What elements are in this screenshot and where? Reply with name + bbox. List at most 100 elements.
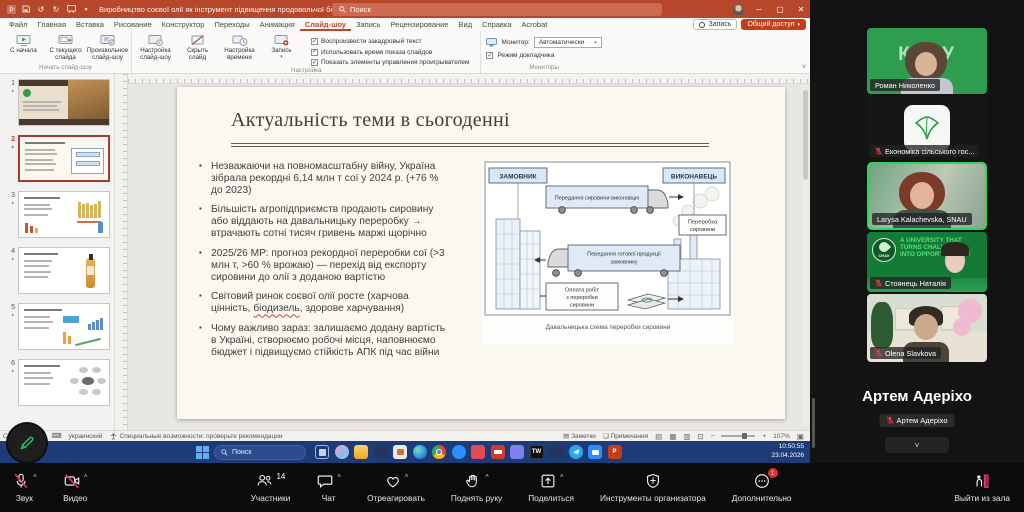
- raise-hand-button[interactable]: ˄ Поднять руку: [451, 472, 502, 503]
- tw-app-icon[interactable]: TW: [530, 445, 544, 459]
- thumbnail-slide-3[interactable]: 3✦: [2, 191, 110, 238]
- slide-sorter-view-icon[interactable]: ▦: [669, 432, 676, 441]
- tab-view[interactable]: Вид: [454, 19, 478, 31]
- app-1c-icon[interactable]: [491, 445, 505, 459]
- account-avatar[interactable]: [733, 4, 744, 15]
- chevron-up-icon[interactable]: ˄: [560, 473, 564, 480]
- thumbnail-slide-4[interactable]: 4✦: [2, 247, 110, 294]
- share-screen-button[interactable]: ˄ Поделиться: [528, 472, 574, 503]
- collapse-ribbon-icon[interactable]: ˅: [802, 64, 806, 71]
- teams-icon[interactable]: [510, 445, 524, 459]
- accessibility-status[interactable]: Специальные возможности: проверьте реком…: [110, 433, 283, 440]
- tab-insert[interactable]: Вставка: [71, 19, 109, 31]
- app-p-icon[interactable]: [374, 445, 388, 459]
- vertical-scrollbar[interactable]: [802, 86, 809, 426]
- redo-icon[interactable]: ↻: [51, 4, 61, 14]
- slide-6-preview[interactable]: [18, 359, 110, 406]
- setup-slideshow-button[interactable]: Настройка слайд-шоу: [137, 33, 174, 62]
- chevron-up-icon[interactable]: ˄: [337, 473, 341, 480]
- host-tools-button[interactable]: Инструменты организатора: [600, 472, 706, 503]
- zoom-app-icon[interactable]: [588, 445, 602, 459]
- chrome-icon[interactable]: [432, 445, 446, 459]
- chat-button[interactable]: ˄ Чат: [316, 472, 341, 503]
- store-icon[interactable]: [393, 445, 407, 459]
- start-button[interactable]: [196, 446, 209, 459]
- slide-3-preview[interactable]: [18, 191, 110, 238]
- powerpoint-taskbar-icon[interactable]: P: [608, 445, 622, 459]
- react-button[interactable]: ˄ Отреагировать: [367, 472, 425, 503]
- zoom-in-icon[interactable]: +: [762, 433, 766, 440]
- qat-dropdown-icon[interactable]: ▾: [81, 4, 91, 14]
- slide-1-preview[interactable]: [18, 79, 110, 126]
- slide-4-preview[interactable]: [18, 247, 110, 294]
- minimize-button[interactable]: ─: [753, 5, 765, 14]
- slideshow-qat-icon[interactable]: [66, 4, 76, 14]
- slide-5-preview[interactable]: [18, 303, 110, 350]
- task-view-icon[interactable]: [315, 445, 329, 459]
- undo-icon[interactable]: ↺: [36, 4, 46, 14]
- chevron-up-icon[interactable]: ˄: [485, 473, 489, 480]
- custom-slideshow-button[interactable]: Произвольное слайд-шоу: [89, 33, 126, 62]
- participants-button[interactable]: 14 Участники: [251, 472, 291, 503]
- telegram-icon[interactable]: [569, 445, 583, 459]
- tab-slideshow[interactable]: Слайд-шоу: [300, 19, 351, 31]
- hide-slide-button[interactable]: Скрыть слайд: [179, 33, 216, 62]
- globe-app-icon[interactable]: [452, 445, 466, 459]
- from-beginning-button[interactable]: С начала: [5, 33, 42, 55]
- language-indicator[interactable]: украинский: [69, 433, 103, 440]
- save-icon[interactable]: [21, 4, 31, 14]
- thumbnail-slide-6[interactable]: 6✦: [2, 359, 110, 406]
- normal-view-icon[interactable]: ▤: [655, 432, 662, 441]
- from-current-slide-button[interactable]: С текущего слайда: [47, 33, 84, 62]
- tab-draw[interactable]: Рисование: [109, 19, 157, 31]
- slideshow-view-icon[interactable]: ⊡: [697, 432, 703, 441]
- restore-button[interactable]: ▢: [774, 5, 786, 14]
- chevron-up-icon[interactable]: ˄: [33, 473, 37, 480]
- sidebar-scrollbar[interactable]: [812, 398, 815, 448]
- thumbnail-slide-2[interactable]: 2✦: [2, 135, 110, 182]
- zoom-out-icon[interactable]: −: [711, 433, 715, 440]
- tab-transitions[interactable]: Переходы: [209, 19, 254, 31]
- tab-record[interactable]: Запись: [351, 19, 386, 31]
- app-p2-icon[interactable]: [549, 445, 563, 459]
- thumbnail-slide-5[interactable]: 5✦: [2, 303, 110, 350]
- search-box[interactable]: Поиск: [332, 3, 662, 16]
- tab-help[interactable]: Справка: [477, 19, 516, 31]
- leave-button[interactable]: Выйти из зала: [955, 472, 1011, 503]
- notes-toggle[interactable]: ▤ Заметки: [563, 432, 596, 440]
- option-play-narrations[interactable]: Воспроизвести закадровый текст: [311, 38, 469, 45]
- app-red-icon[interactable]: [471, 445, 485, 459]
- tab-design[interactable]: Конструктор: [157, 19, 210, 31]
- edge-icon[interactable]: [413, 445, 427, 459]
- close-button[interactable]: ✕: [795, 5, 807, 14]
- thumbnail-slide-1[interactable]: 1✦: [2, 79, 110, 126]
- reading-view-icon[interactable]: ▥: [683, 432, 690, 441]
- zoom-level[interactable]: 107%: [773, 433, 790, 440]
- fit-to-window-icon[interactable]: ▣: [797, 432, 804, 441]
- tab-home[interactable]: Главная: [32, 19, 71, 31]
- slide-2-preview[interactable]: [18, 135, 110, 182]
- option-use-timings[interactable]: Использовать время показа слайдов: [311, 49, 469, 56]
- video-button[interactable]: ˄ Видео: [63, 472, 88, 503]
- record-slideshow-button[interactable]: Запись▾: [263, 33, 300, 60]
- taskbar-clock[interactable]: 10:50:55 23.04.2026: [771, 443, 804, 461]
- tab-acrobat[interactable]: Acrobat: [517, 19, 553, 31]
- presenter-mode-option[interactable]: Режим докладчика: [486, 48, 601, 59]
- audio-button[interactable]: ˄ Звук: [12, 472, 37, 503]
- option-show-media-controls[interactable]: Показать элементы управления проигрывате…: [311, 59, 469, 66]
- collapse-tiles-button[interactable]: ˅: [885, 437, 949, 453]
- copilot-icon[interactable]: [335, 445, 349, 459]
- taskbar-search[interactable]: Поиск: [214, 445, 306, 460]
- comments-toggle[interactable]: ❏ Примечания: [603, 432, 648, 440]
- tab-review[interactable]: Рецензирование: [386, 19, 454, 31]
- tab-file[interactable]: Файл: [4, 19, 32, 31]
- share-button[interactable]: Общий доступ▾: [741, 19, 806, 30]
- zoom-slider[interactable]: [721, 435, 755, 437]
- chevron-up-icon[interactable]: ˄: [405, 473, 409, 480]
- annotation-pen-button[interactable]: [8, 424, 46, 462]
- chevron-up-icon[interactable]: ˄: [84, 473, 88, 480]
- tab-animations[interactable]: Анимация: [255, 19, 300, 31]
- monitor-select[interactable]: Автоматически▾: [534, 37, 602, 48]
- rehearse-timings-button[interactable]: Настройка времени: [221, 33, 258, 62]
- more-button[interactable]: 1 Дополнительно: [732, 472, 792, 503]
